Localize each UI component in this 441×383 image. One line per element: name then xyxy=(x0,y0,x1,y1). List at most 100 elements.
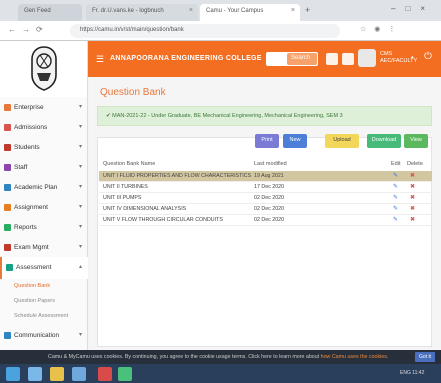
browser-tab[interactable]: Gen Feed xyxy=(18,4,82,21)
chevron-down-icon: ▾ xyxy=(78,244,82,250)
main-content: Question Bank ✔ MAN-2021-22 - Under Grad… xyxy=(89,77,441,350)
chrome-icon[interactable] xyxy=(118,367,132,381)
close-icon[interactable]: × xyxy=(291,7,295,14)
edit-icon[interactable]: ✎ xyxy=(393,205,398,212)
plus-icon[interactable]: + xyxy=(305,5,310,15)
cookie-link[interactable]: how Camu uses the cookies. xyxy=(321,354,389,360)
column-header-delete: Delete xyxy=(407,161,423,167)
address-bar: ←→⟳ https://camu.in/v/st/main/question/b… xyxy=(0,21,441,41)
table-row[interactable]: UNIT V FLOW THROUGH CIRCULAR CONDUITS 02… xyxy=(99,215,432,226)
delete-icon[interactable]: ✖ xyxy=(410,205,415,212)
view-button[interactable]: View xyxy=(404,134,428,148)
tab-title: Gen Feed xyxy=(24,8,51,14)
sidebar-item-staff[interactable]: Staff ▾ xyxy=(0,157,88,179)
chevron-down-icon: ▾ xyxy=(78,144,82,150)
sidebar-item-label: Reports xyxy=(14,224,37,231)
app-icon[interactable] xyxy=(72,367,86,381)
mail-icon[interactable] xyxy=(342,53,354,65)
delete-icon[interactable]: ✖ xyxy=(410,172,415,179)
start-icon[interactable] xyxy=(6,367,20,381)
cell-name: UNIT II TURBINES xyxy=(103,184,148,190)
cookie-accept-button[interactable]: Got it xyxy=(415,352,435,362)
assessment-icon xyxy=(6,264,13,271)
sidebar-item-assessment[interactable]: Assessment ▴ xyxy=(0,257,88,279)
college-logo xyxy=(31,46,57,91)
chevron-down-icon: ▾ xyxy=(78,184,82,190)
question-bank-card: Print New Upload Download View Question … xyxy=(97,134,432,347)
sidebar: Enterprise ▾ Admissions ▾ Students ▾ Staff ▾… xyxy=(0,97,88,350)
sidebar-subitem-label: Question Bank xyxy=(14,283,51,289)
folder-icon[interactable] xyxy=(50,367,64,381)
sidebar-item-label: Exam Mgmt xyxy=(14,244,49,251)
table-row[interactable]: UNIT II TURBINES 17 Dec 2020 ✎ ✖ xyxy=(99,182,432,193)
sidebar-subitem-question-bank[interactable]: Question Bank xyxy=(0,279,88,294)
cookie-accept-label: Got it xyxy=(419,354,431,360)
sidebar-item-exam-mgmt[interactable]: Exam Mgmt ▾ xyxy=(0,237,88,259)
cell-modified: 02 Dec 2020 xyxy=(254,206,285,212)
app-icon[interactable] xyxy=(98,367,112,381)
extension-icons[interactable]: ☆◉⋮ xyxy=(360,25,403,33)
browser-nav-icons[interactable]: ←→⟳ xyxy=(8,25,49,34)
edit-icon[interactable]: ✎ xyxy=(393,216,398,223)
avatar[interactable] xyxy=(358,49,376,67)
window-controls[interactable]: –□× xyxy=(391,4,435,13)
column-header-edit: Edit xyxy=(391,161,401,167)
sidebar-subitem-label: Question Papers xyxy=(14,298,55,304)
edit-icon[interactable]: ✎ xyxy=(393,172,398,179)
sidebar-item-label: Assessment xyxy=(16,264,52,271)
upload-button[interactable]: Upload xyxy=(325,134,359,148)
edge-icon[interactable] xyxy=(28,367,42,381)
students-icon xyxy=(4,144,11,151)
upload-button-label: Upload xyxy=(333,137,351,143)
cell-name: UNIT V FLOW THROUGH CIRCULAR CONDUITS xyxy=(103,217,223,223)
close-icon[interactable]: × xyxy=(189,7,193,14)
browser-tab-active[interactable]: Camu - Your Campus × xyxy=(200,4,300,21)
browser-tab[interactable]: Fr. dr.U.vans.ke - logbnuch × xyxy=(86,4,198,21)
url-field[interactable]: https://camu.in/v/st/main/question/bank xyxy=(70,24,340,38)
sidebar-subitem-label: Schedule Assessment xyxy=(14,313,69,319)
sidebar-item-label: Staff xyxy=(14,164,28,171)
sidebar-item-students[interactable]: Students ▾ xyxy=(0,137,88,159)
tab-title: Fr. dr.U.vans.ke - logbnuch xyxy=(92,8,164,14)
table-row[interactable]: UNIT I FLUID PROPERTIES AND FLOW CHARACT… xyxy=(99,171,432,182)
print-button[interactable]: Print xyxy=(255,134,279,148)
notification-icon[interactable]: • xyxy=(411,53,414,62)
sidebar-item-label: Admissions xyxy=(14,124,48,131)
success-alert: ✔ MAN-2021-22 - Under Graduate, BE Mecha… xyxy=(97,106,432,126)
page-title: Question Bank xyxy=(100,87,166,98)
delete-icon[interactable]: ✖ xyxy=(410,183,415,190)
sidebar-item-label: Assignment xyxy=(14,204,48,211)
sidebar-subitem-question-papers[interactable]: Question Papers xyxy=(0,294,88,309)
edit-icon[interactable]: ✎ xyxy=(393,183,398,190)
chevron-down-icon: ▾ xyxy=(78,124,82,130)
chevron-down-icon: ▾ xyxy=(78,332,82,338)
menu-icon[interactable]: ☰ xyxy=(96,54,104,65)
delete-icon[interactable]: ✖ xyxy=(410,216,415,223)
cell-modified: 17 Dec 2020 xyxy=(254,184,285,190)
column-header-name: Question Bank Name xyxy=(103,161,156,167)
edit-icon[interactable]: ✎ xyxy=(393,194,398,201)
system-tray: ENG 11:42 xyxy=(400,370,425,376)
cell-modified: 02 Dec 2020 xyxy=(254,195,285,201)
sidebar-item-assignment[interactable]: Assignment ▾ xyxy=(0,197,88,219)
sidebar-item-enterprise[interactable]: Enterprise ▾ xyxy=(0,97,88,119)
table-row[interactable]: UNIT III PUMPS 02 Dec 2020 ✎ ✖ xyxy=(99,193,432,204)
search-button[interactable]: Search xyxy=(287,53,317,65)
sidebar-item-communication[interactable]: Communication ▾ xyxy=(0,325,88,347)
sidebar-item-academic-plan[interactable]: Academic Plan ▾ xyxy=(0,177,88,199)
print-button-label: Print xyxy=(261,137,273,143)
sidebar-subitem-schedule-assessment[interactable]: Schedule Assessment xyxy=(0,309,88,324)
chevron-up-icon: ▴ xyxy=(78,264,82,270)
sidebar-item-label: Communication xyxy=(14,332,60,339)
delete-icon[interactable]: ✖ xyxy=(410,194,415,201)
chevron-down-icon: ▾ xyxy=(78,104,82,110)
grid-icon[interactable] xyxy=(326,53,338,65)
table-row[interactable]: UNIT IV DIMENSIONAL ANALYSIS 02 Dec 2020… xyxy=(99,204,432,215)
sidebar-item-reports[interactable]: Reports ▾ xyxy=(0,217,88,239)
power-icon[interactable]: ⏻ xyxy=(424,51,432,62)
sidebar-item-admissions[interactable]: Admissions ▾ xyxy=(0,117,88,139)
search-button-label: Search xyxy=(291,55,311,61)
download-button[interactable]: Download xyxy=(367,134,401,148)
new-button[interactable]: New xyxy=(283,134,307,148)
cell-name: UNIT III PUMPS xyxy=(103,195,142,201)
